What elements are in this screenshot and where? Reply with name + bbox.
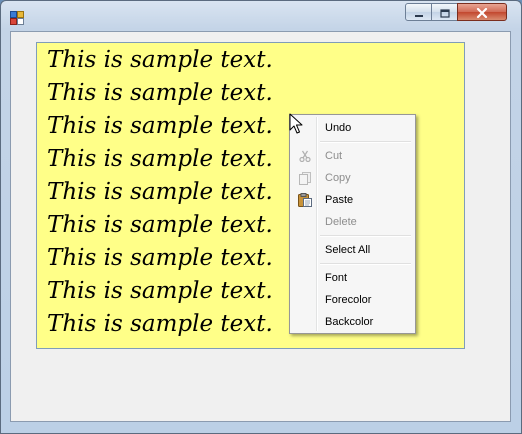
paste-icon: [297, 192, 313, 208]
close-icon: [476, 3, 488, 22]
menu-item-label: Forecolor: [325, 294, 372, 306]
text-line: This is sample text.: [47, 80, 273, 106]
menu-item-undo[interactable]: Undo: [292, 117, 413, 139]
context-menu: Undo Cut Copy Paste Delete Select All Fo…: [289, 114, 416, 334]
menu-item-delete[interactable]: Delete: [292, 211, 413, 233]
menu-item-label: Select All: [325, 244, 371, 256]
menu-item-label: Font: [325, 272, 348, 284]
menu-item-label: Copy: [325, 172, 351, 184]
menu-item-label: Paste: [325, 194, 354, 206]
menu-item-label: Backcolor: [325, 316, 374, 328]
scissors-icon: [297, 148, 313, 164]
maximize-button[interactable]: [431, 3, 458, 21]
maximize-icon: [439, 3, 450, 22]
menu-item-forecolor[interactable]: Forecolor: [292, 289, 413, 311]
mouse-pointer-icon: [289, 113, 303, 135]
menu-separator: [320, 141, 411, 143]
menu-item-backcolor[interactable]: Backcolor: [292, 311, 413, 333]
close-button[interactable]: [457, 3, 507, 21]
copy-icon: [297, 170, 313, 186]
menu-item-select-all[interactable]: Select All: [292, 239, 413, 261]
menu-item-font[interactable]: Font: [292, 267, 413, 289]
app-icon[interactable]: [10, 10, 24, 25]
menu-item-copy[interactable]: Copy: [292, 167, 413, 189]
menu-item-label: Delete: [325, 216, 357, 228]
menu-item-label: Undo: [325, 122, 352, 134]
menu-separator: [320, 263, 411, 265]
menu-separator: [320, 235, 411, 237]
menu-item-label: Cut: [325, 150, 343, 162]
text-line: This is sample text.: [47, 47, 273, 73]
minimize-icon: [414, 3, 424, 22]
title-bar[interactable]: [1, 1, 521, 29]
menu-item-paste[interactable]: Paste: [292, 189, 413, 211]
menu-item-cut[interactable]: Cut: [292, 145, 413, 167]
minimize-button[interactable]: [405, 3, 432, 21]
